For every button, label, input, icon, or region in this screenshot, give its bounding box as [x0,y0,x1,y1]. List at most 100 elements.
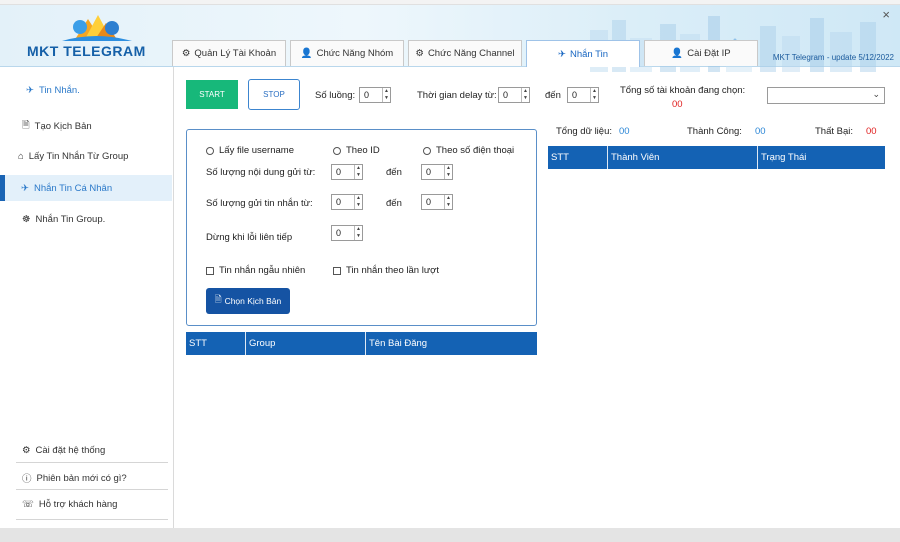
spin-arrows-icon[interactable]: ▲ ▼ [521,88,529,102]
sidebar-item-label: Lấy Tin Nhắn Từ Group [28,150,129,162]
tab-group-functions[interactable]: 👤 Chức Năng Nhóm [290,40,404,66]
stepper-value: 0 [336,167,342,177]
start-button[interactable]: START [186,80,238,109]
radio-username-file[interactable]: Lấy file username [206,145,294,156]
column-header[interactable]: Group [246,332,366,355]
stepper-value: 0 [572,90,578,100]
fail-value: 00 [866,126,877,137]
send-icon: ✈ [558,48,566,60]
sidebar-item-system-settings[interactable]: ⚙ Cài đặt hệ thống [0,437,172,463]
column-header[interactable]: Tên Bài Đăng [366,332,537,355]
sidebar-item-get-group-messages[interactable]: ⌂ Lấy Tin Nhắn Từ Group [0,143,172,169]
delay-to-stepper[interactable]: 0 ▲ ▼ [567,87,599,103]
stop-on-error-stepper[interactable]: 0 ▲ ▼ [331,225,363,241]
left-table-header: STT Group Tên Bài Đăng [186,332,537,355]
message-count-label: Số lượng gửi tin nhắn từ: [206,198,313,209]
radio-by-phone[interactable]: Theo số điện thoại [423,145,514,156]
message-to-label: đến [386,198,402,209]
sidebar-item-label: Nhắn Tin Cá Nhân [33,182,113,194]
threads-label: Số luồng: [315,90,356,101]
sidebar-title[interactable]: ✈ Tin Nhắn. [0,77,172,103]
random-message-checkbox[interactable]: Tin nhắn ngẫu nhiên [206,265,305,276]
fail-label: Thất Bại: [815,126,854,137]
checkbox-box [333,266,341,275]
info-icon: ⓘ [22,474,32,485]
tab-ip-settings[interactable]: 👤 Cài Đặt IP [644,40,758,66]
tab-label: Chức Năng Nhóm [316,48,394,59]
content-from-stepper[interactable]: 0 ▲ ▼ [331,164,363,180]
tab-messaging[interactable]: ✈ Nhắn Tin [526,40,640,67]
message-to-stepper[interactable]: 0 ▲ ▼ [421,194,453,210]
sidebar-item-support[interactable]: ☏ Hỗ trợ khách hàng [0,491,172,517]
sidebar-divider [16,489,168,490]
choose-script-button[interactable]: 🗎 Chọn Kịch Bản [206,288,290,314]
app-window: MKT TELEGRAM × MKT Telegram - update 5/1… [0,0,900,528]
stop-button[interactable]: STOP [248,79,300,110]
checkbox-box [206,266,214,275]
user-icon: 👤 [671,48,684,59]
tab-account-management[interactable]: ⚙ Quản Lý Tài Khoản [172,40,286,66]
stepper-value: 0 [336,228,342,238]
sidebar-item-label: Hỗ trợ khách hàng [38,498,118,510]
stop-on-error-label: Dừng khi lỗi liên tiếp [206,232,293,243]
sidebar: ✈ Tin Nhắn. 🗎 Tạo Kịch Bản ⌂ Lấy Tin Nhắ… [0,67,174,528]
delay-from-stepper[interactable]: 0 ▲ ▼ [498,87,530,103]
main-tabs: ⚙ Quản Lý Tài Khoản 👤 Chức Năng Nhóm ⚙ C… [172,40,762,67]
content-count-label: Số lượng nội dung gửi từ: [206,167,316,178]
total-data-label: Tổng dữ liệu: [556,126,613,137]
checkbox-label: Tin nhắn theo lần lượt [346,265,440,276]
send-icon: ✈ [21,182,29,194]
spin-arrows-icon[interactable]: ▲ ▼ [444,165,452,179]
sidebar-divider [16,519,168,520]
column-header[interactable]: STT [548,146,608,169]
stepper-value: 0 [364,90,370,100]
settings-icon: ⚙ [181,48,191,59]
tab-label: Quản Lý Tài Khoản [194,48,277,59]
spin-arrows-icon[interactable]: ▲ ▼ [444,195,452,209]
radio-circle [423,146,431,155]
radio-label: Theo số điện thoại [436,145,515,156]
close-icon[interactable]: × [882,7,890,22]
spin-arrows-icon[interactable]: ▲ ▼ [354,195,362,209]
success-label: Thành Công: [687,126,742,137]
column-header[interactable]: STT [186,332,246,355]
app-name: MKT TELEGRAM [27,43,146,59]
chevron-down-icon: ⌄ [872,89,880,99]
total-data-value: 00 [619,126,630,137]
tab-label: Nhắn Tin [569,48,608,60]
content-to-stepper[interactable]: 0 ▲ ▼ [421,164,453,180]
document-icon: 🗎 [214,294,222,304]
sidebar-item-whats-new[interactable]: ⓘ Phiên bản mới có gì? [0,465,172,491]
tab-label: Chức Năng Channel [427,48,515,59]
threads-stepper[interactable]: 0 ▲ ▼ [359,87,391,103]
stepper-value: 0 [426,197,432,207]
account-select[interactable]: ⌄ [767,87,885,104]
sidebar-item-personal-message[interactable]: ✈ Nhắn Tin Cá Nhân [0,175,172,201]
user-icon: 👤 [300,48,313,59]
stepper-value: 0 [426,167,432,177]
column-header[interactable]: Thành Viên [608,146,758,169]
tab-channel-functions[interactable]: ⚙ Chức Năng Channel [408,40,522,66]
spin-arrows-icon[interactable]: ▲ ▼ [590,88,598,102]
radio-by-id[interactable]: Theo ID [333,145,380,156]
spin-arrows-icon[interactable]: ▲ ▼ [382,88,390,102]
spin-arrows-icon[interactable]: ▲ ▼ [354,165,362,179]
column-header[interactable]: Trạng Thái [758,146,885,169]
total-accounts-label: Tổng số tài khoản đang chọn: [620,85,746,96]
delay-label: Thời gian delay từ: [417,90,497,101]
button-label: Chọn Kịch Bản [224,296,282,306]
sidebar-item-label: Nhắn Tin Group. [35,213,106,225]
message-from-stepper[interactable]: 0 ▲ ▼ [331,194,363,210]
checkbox-label: Tin nhắn ngẫu nhiên [219,265,306,276]
home-icon: ⌂ [18,150,24,162]
sidebar-item-label: Cài đặt hệ thống [35,444,106,456]
radio-circle [333,146,341,155]
spin-arrows-icon[interactable]: ▲ ▼ [354,226,362,240]
radio-label: Lấy file username [219,145,294,156]
stepper-value: 0 [336,197,342,207]
group-icon: ☸ [22,213,31,225]
sequential-message-checkbox[interactable]: Tin nhắn theo lần lượt [333,265,439,276]
sidebar-item-group-message[interactable]: ☸ Nhắn Tin Group. [0,206,172,232]
sidebar-item-label: Phiên bản mới có gì? [36,472,127,484]
sidebar-item-create-script[interactable]: 🗎 Tạo Kịch Bản [0,113,172,139]
